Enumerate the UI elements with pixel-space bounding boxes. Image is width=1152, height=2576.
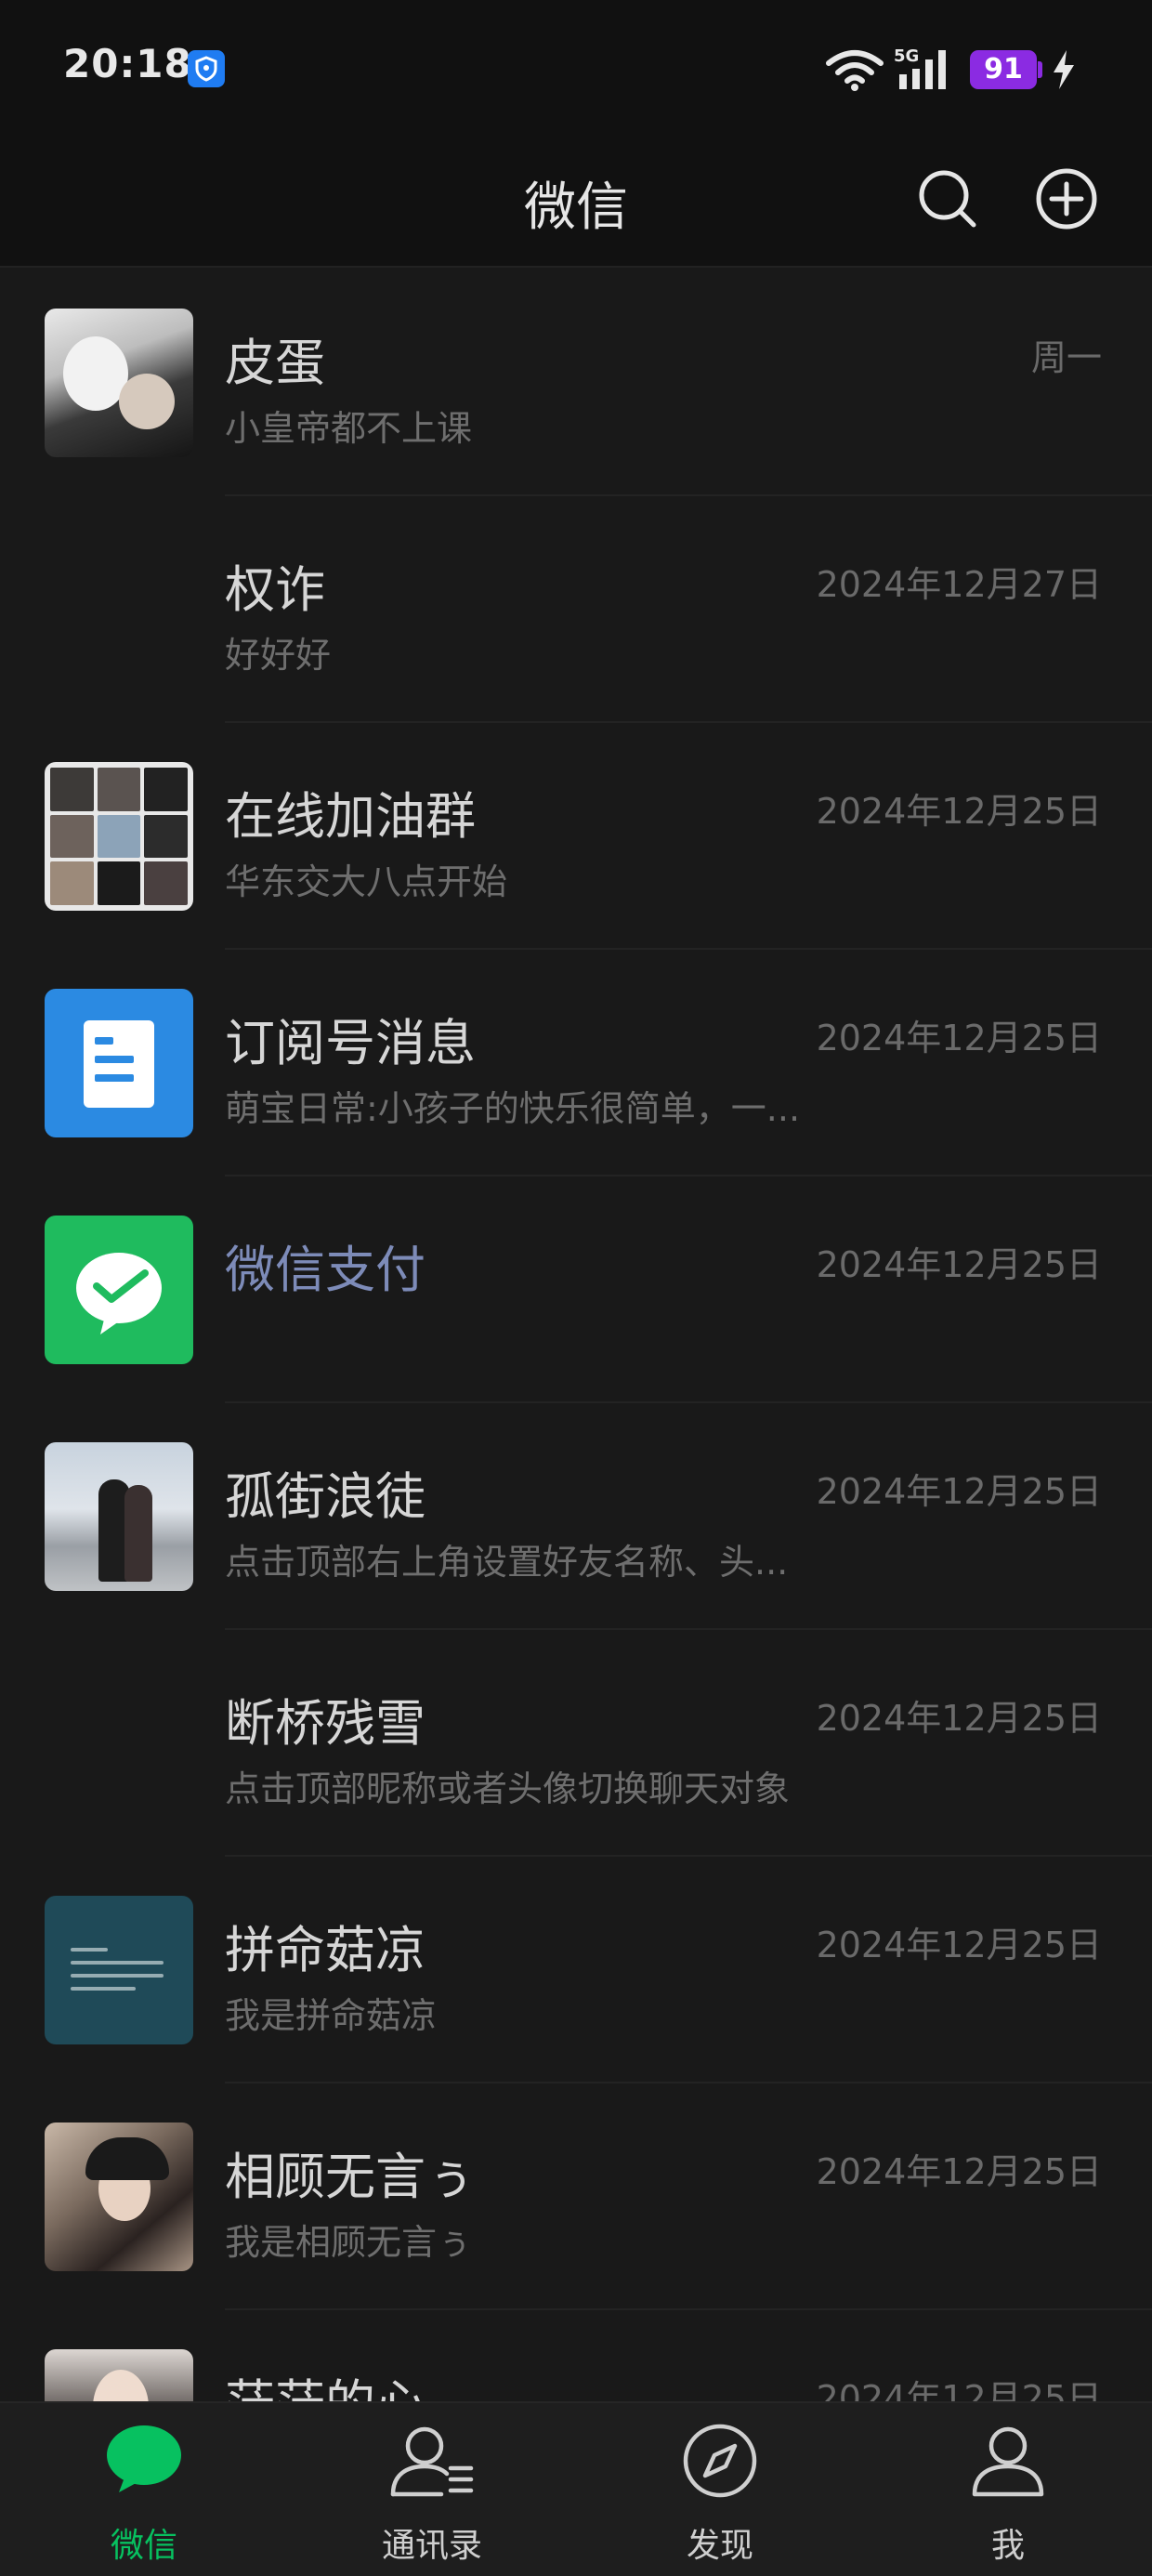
chat-preview: 我是拼命菇凉 [225, 1995, 438, 2036]
chat-item[interactable]: 权诈 2024年12月27日 好好好 [0, 496, 1152, 723]
tab-label: 微信 [110, 2527, 177, 2565]
signal-icon [899, 50, 946, 89]
chat-time: 2024年12月25日 [816, 2151, 1102, 2192]
profile-icon [972, 2426, 1044, 2497]
bottom-tab-bar: 微信 通讯录 发现 我 [0, 2401, 1152, 2576]
chat-preview: 华东交大八点开始 [225, 861, 508, 902]
tab-me[interactable]: 我 [864, 2403, 1152, 2576]
chat-item[interactable]: 订阅号消息 2024年12月25日 萌宝日常:小孩子的快乐很简单，一... [0, 950, 1152, 1176]
chat-item[interactable]: 孤街浪徒 2024年12月25日 点击顶部右上角设置好友名称、头... [0, 1403, 1152, 1630]
wechat-pay-icon[interactable] [45, 1216, 193, 1364]
chat-preview: 点击顶部昵称或者头像切换聊天对象 [225, 1768, 791, 1809]
chat-preview: 点击顶部右上角设置好友名称、头... [225, 1542, 789, 1583]
status-bar: 20:18 5G 91 [0, 0, 1152, 138]
chat-preview: 好好好 [225, 635, 332, 676]
avatar[interactable] [45, 309, 193, 457]
chat-item[interactable]: 微信支付 2024年12月25日 [0, 1176, 1152, 1403]
avatar[interactable] [45, 2123, 193, 2271]
chat-time: 2024年12月25日 [816, 791, 1102, 832]
chat-item[interactable]: 拼命菇凉 2024年12月25日 我是拼命菇凉 [0, 1857, 1152, 2083]
chat-bubble-icon [107, 2425, 181, 2492]
tab-label: 我 [990, 2527, 1025, 2565]
chat-list: 皮蛋 周一 小皇帝都不上课 权诈 2024年12月27日 好好好 在线加油群 2… [0, 269, 1152, 2537]
chat-item[interactable]: 相顾无言ぅ 2024年12月25日 我是相顾无言ぅ [0, 2083, 1152, 2310]
shield-icon [188, 50, 225, 87]
battery-tip [1038, 61, 1042, 78]
chat-name: 订阅号消息 [225, 1014, 476, 1072]
navbar: 微信 [0, 138, 1152, 268]
chat-time: 2024年12月25日 [816, 1471, 1102, 1512]
search-icon[interactable] [914, 165, 981, 232]
chat-preview: 我是相顾无言ぅ [225, 2222, 473, 2263]
status-time: 20:18 [63, 41, 192, 86]
chat-item[interactable]: 在线加油群 2024年12月25日 华东交大八点开始 [0, 723, 1152, 950]
chat-time: 2024年12月27日 [816, 564, 1102, 605]
chat-item[interactable]: 皮蛋 周一 小皇帝都不上课 [0, 269, 1152, 496]
wifi-icon [826, 50, 884, 91]
add-circle-icon[interactable] [1033, 165, 1100, 232]
charging-icon [1054, 50, 1074, 89]
avatar[interactable] [45, 1442, 193, 1591]
avatar[interactable] [45, 762, 193, 911]
chat-name: 相顾无言ぅ [225, 2148, 476, 2206]
chat-preview: 萌宝日常:小孩子的快乐很简单，一... [225, 1088, 801, 1129]
chat-name: 断桥残雪 [225, 1694, 425, 1753]
chat-name: 微信支付 [225, 1241, 425, 1299]
tab-label: 发现 [686, 2527, 753, 2565]
tab-contacts[interactable]: 通讯录 [288, 2403, 576, 2576]
chat-preview: 小皇帝都不上课 [225, 408, 473, 449]
chat-name: 皮蛋 [225, 334, 325, 392]
tab-chats[interactable]: 微信 [0, 2403, 288, 2576]
chat-time: 2024年12月25日 [816, 1698, 1102, 1739]
chat-name: 权诈 [225, 560, 325, 619]
tab-discover[interactable]: 发现 [576, 2403, 864, 2576]
chat-item[interactable]: 断桥残雪 2024年12月25日 点击顶部昵称或者头像切换聊天对象 [0, 1630, 1152, 1857]
chat-time: 2024年12月25日 [816, 1925, 1102, 1965]
chat-time: 2024年12月25日 [816, 1018, 1102, 1058]
tab-label: 通讯录 [381, 2527, 482, 2565]
avatar[interactable] [45, 1896, 193, 2044]
subscription-doc-icon[interactable] [45, 989, 193, 1137]
chat-time: 2024年12月25日 [816, 1244, 1102, 1285]
chat-time: 周一 [1030, 337, 1102, 378]
battery-level: 91 [970, 50, 1037, 89]
chat-name: 拼命菇凉 [225, 1921, 425, 1979]
compass-icon [683, 2424, 757, 2498]
chat-name: 孤街浪徒 [225, 1467, 425, 1526]
contacts-icon [390, 2426, 474, 2497]
chat-name: 在线加油群 [225, 787, 476, 846]
